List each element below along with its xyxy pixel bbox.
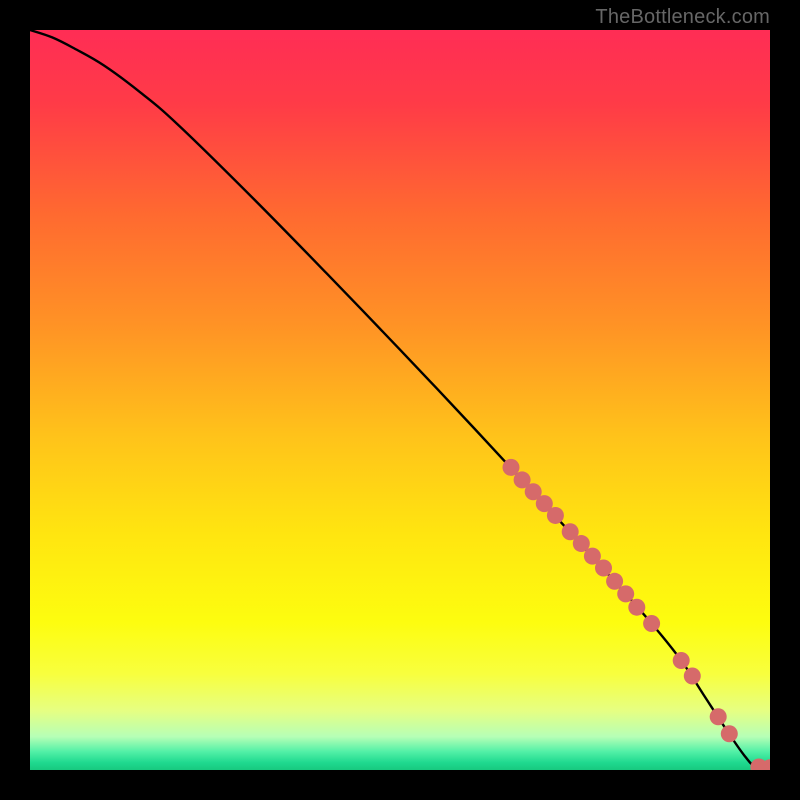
- highlight-dot: [684, 668, 701, 685]
- highlight-dot: [643, 615, 660, 632]
- highlight-dot: [628, 599, 645, 616]
- highlight-dot: [547, 507, 564, 524]
- chart-stage: TheBottleneck.com: [0, 0, 800, 800]
- highlight-dot: [595, 559, 612, 576]
- highlight-dot: [721, 725, 738, 742]
- plot-area: [30, 30, 770, 770]
- dots-layer: [30, 30, 770, 770]
- watermark-text: TheBottleneck.com: [595, 6, 770, 29]
- highlight-dot: [710, 708, 727, 725]
- highlight-dot: [673, 652, 690, 669]
- highlight-dot: [617, 585, 634, 602]
- highlight-dots: [503, 459, 771, 770]
